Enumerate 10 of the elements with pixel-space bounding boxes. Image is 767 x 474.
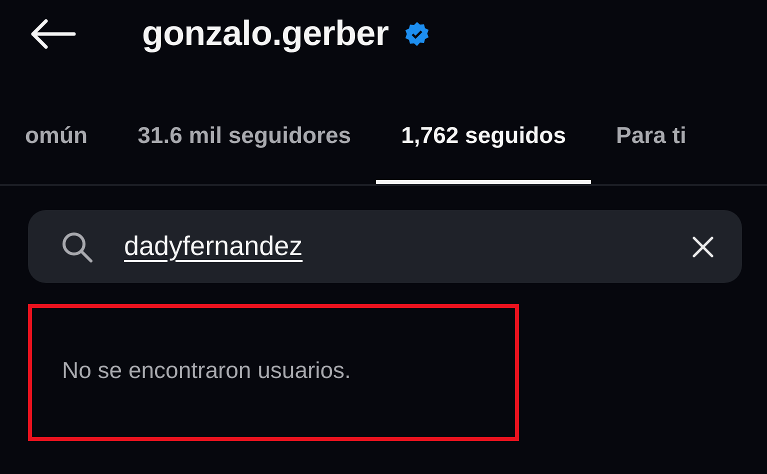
close-icon[interactable] <box>692 236 714 258</box>
tab[interactable]: Para ti <box>591 102 712 184</box>
tab[interactable]: omún <box>0 102 113 184</box>
search-field[interactable]: dadyfernandez <box>28 210 742 283</box>
back-icon[interactable] <box>30 19 76 49</box>
empty-message: No se encontraron usuarios. <box>62 357 351 384</box>
tab[interactable]: 31.6 mil seguidores <box>112 102 376 184</box>
search-icon <box>61 230 93 262</box>
tab[interactable]: 1,762 seguidos <box>376 102 592 184</box>
profile-username: gonzalo.gerber <box>142 14 389 54</box>
